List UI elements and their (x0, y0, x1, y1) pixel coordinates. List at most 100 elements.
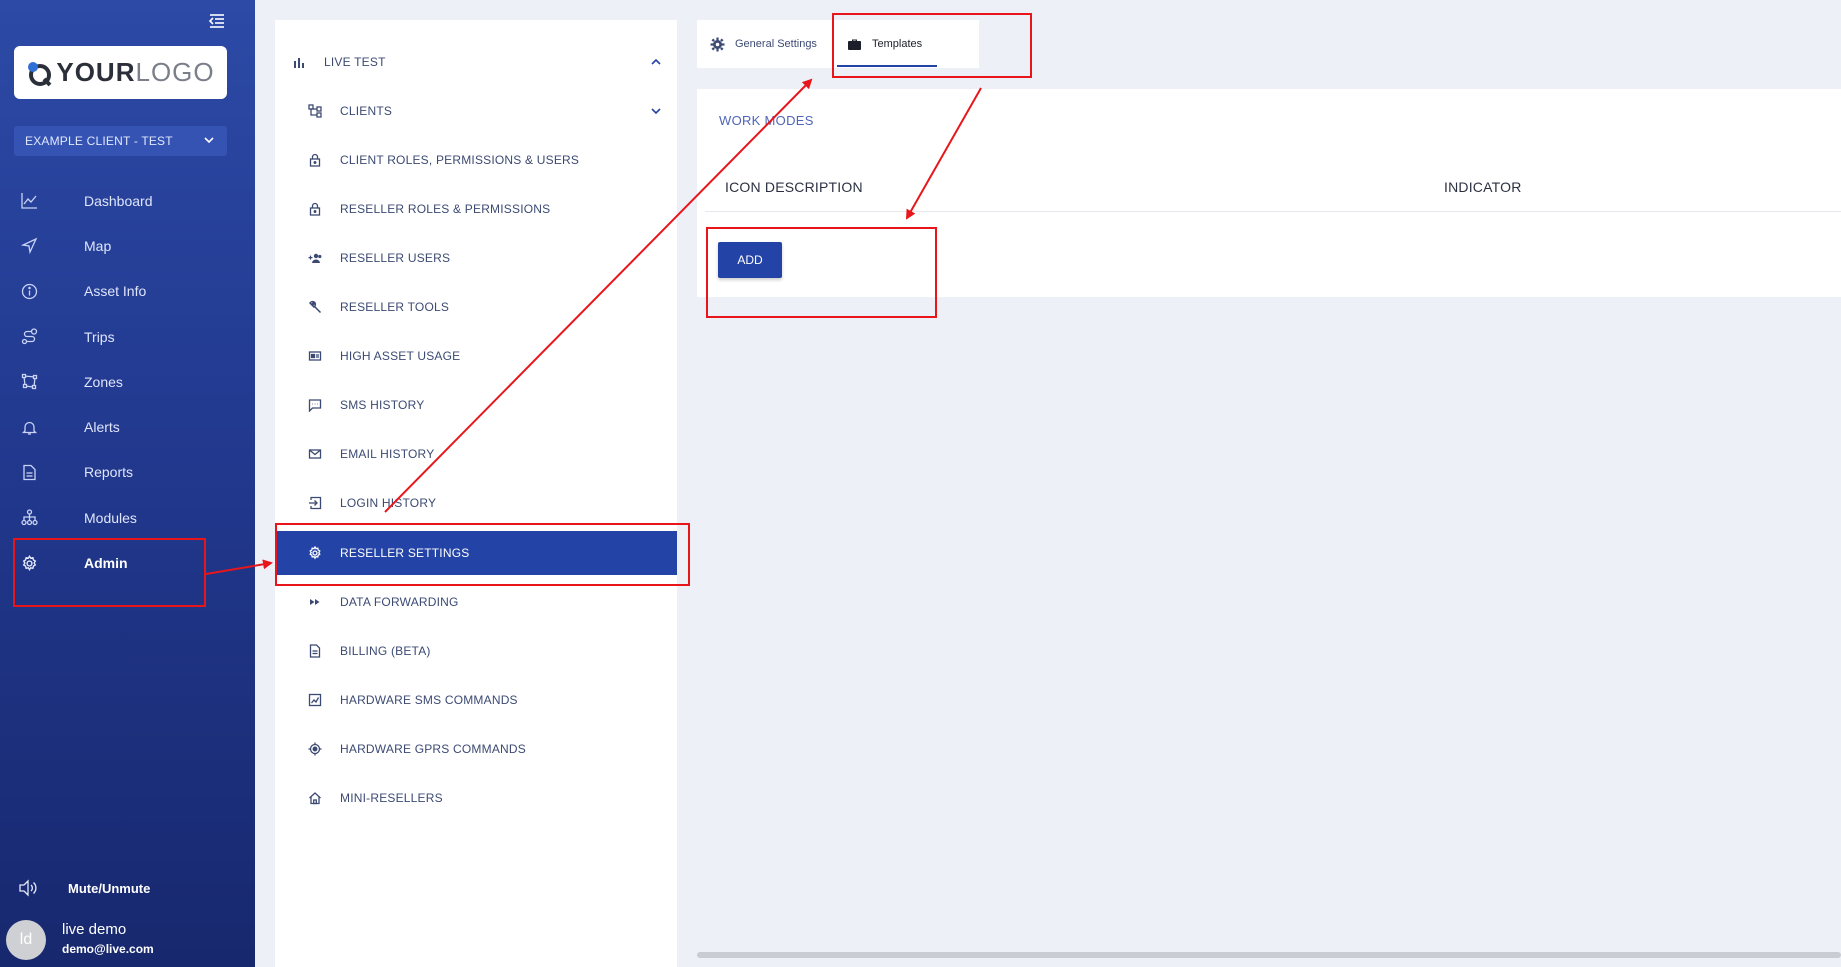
nav-label: Modules (84, 509, 137, 526)
column-header-indicator: INDICATOR (1444, 179, 1522, 195)
menu-item-email-history[interactable]: EMAIL HISTORY (275, 432, 677, 476)
nav-label: Map (84, 237, 112, 254)
settings-menu-panel: LIVE TEST CLIENTS CLIENT ROLES, PERMISSI… (275, 20, 677, 967)
menu-item-high-asset-usage[interactable]: HIGH ASSET USAGE (275, 334, 677, 378)
menu-item-billing[interactable]: BILLING (BETA) (275, 629, 677, 673)
menu-item-label: HARDWARE GPRS COMMANDS (340, 742, 526, 756)
avatar[interactable]: ld (6, 920, 46, 960)
speaker-icon (19, 879, 37, 897)
menu-item-label: CLIENT ROLES, PERMISSIONS & USERS (340, 153, 580, 167)
chevron-down-icon (651, 108, 661, 115)
nav-label: Asset Info (84, 283, 147, 300)
chart-line-icon (21, 193, 37, 209)
section-title: WORK MODES (719, 113, 814, 128)
menu-item-label: RESELLER ROLES & PERMISSIONS (340, 202, 551, 216)
menu-item-label: CLIENTS (340, 104, 393, 118)
hierarchy-icon (308, 104, 322, 118)
nav-item-reports[interactable]: Reports (0, 450, 255, 495)
bar-chart-icon (294, 58, 304, 68)
user-profile[interactable]: ld live demo demo@live.com (6, 918, 251, 962)
menu-item-label: RESELLER USERS (340, 251, 451, 265)
mute-label: Mute/Unmute (68, 880, 151, 896)
login-icon (309, 496, 322, 510)
message-icon (308, 399, 322, 412)
menu-item-label: LOGIN HISTORY (340, 496, 437, 510)
menu-item-label: RESELLER TOOLS (340, 300, 450, 314)
lock-icon (309, 153, 321, 167)
horizontal-scrollbar[interactable] (697, 952, 1841, 958)
document-icon (23, 464, 36, 481)
menu-item-mini-resellers[interactable]: MINI-RESELLERS (275, 776, 677, 820)
wrench-icon (309, 300, 322, 314)
gear-icon (710, 37, 725, 51)
menu-item-label: MINI-RESELLERS (340, 791, 443, 805)
annotation-box-reseller-settings (275, 523, 690, 586)
nav-item-zones[interactable]: Zones (0, 359, 255, 404)
menu-item-clients[interactable]: CLIENTS (275, 89, 677, 133)
nav-item-alerts[interactable]: Alerts (0, 404, 255, 449)
info-icon (21, 283, 38, 299)
chevron-up-icon (651, 58, 661, 65)
bell-icon (21, 421, 38, 435)
nav-item-dashboard[interactable]: Dashboard (0, 178, 255, 223)
company-logo[interactable]: YOUR LOGO (14, 46, 227, 99)
annotation-box-admin (13, 538, 206, 607)
menu-item-label: EMAIL HISTORY (340, 447, 435, 461)
chevron-down-icon (204, 137, 214, 144)
nav-item-modules[interactable]: Modules (0, 495, 255, 540)
card-icon (308, 351, 322, 361)
sidebar: YOUR LOGO EXAMPLE CLIENT - TEST Dashboard… (0, 0, 255, 967)
chart-box-icon (308, 693, 322, 707)
tab-label: General Settings (735, 38, 817, 50)
nav-item-map[interactable]: Map (0, 223, 255, 268)
menu-item-label: BILLING (BETA) (340, 644, 431, 658)
menu-section-live-test[interactable]: LIVE TEST (275, 40, 677, 84)
table-divider (705, 211, 1841, 212)
client-select[interactable]: EXAMPLE CLIENT - TEST (14, 126, 227, 156)
mail-icon (308, 449, 322, 459)
target-icon (308, 742, 322, 756)
logo-text-light: LOGO (135, 57, 215, 87)
nav-label: Trips (84, 328, 115, 345)
lock-icon (309, 202, 321, 216)
menu-item-reseller-users[interactable]: RESELLER USERS (275, 236, 677, 280)
menu-item-hardware-sms[interactable]: HARDWARE SMS COMMANDS (275, 678, 677, 722)
modules-icon (21, 509, 38, 526)
nav-label: Reports (84, 464, 134, 481)
collapse-sidebar-icon[interactable] (207, 12, 227, 30)
nav-label: Dashboard (84, 192, 153, 209)
menu-item-label: SMS HISTORY (340, 398, 425, 412)
annotation-box-add-button (706, 227, 937, 318)
menu-section-label: LIVE TEST (324, 55, 386, 69)
main-nav: Dashboard Map Asset Info Trips Zones Ale… (0, 178, 255, 586)
column-header-icon-description: ICON DESCRIPTION (725, 179, 863, 195)
menu-item-data-forwarding[interactable]: DATA FORWARDING (275, 580, 677, 624)
user-name: live demo (62, 921, 127, 938)
menu-item-label: HARDWARE SMS COMMANDS (340, 693, 518, 707)
fast-forward-icon (310, 599, 320, 605)
home-icon (309, 792, 321, 805)
nav-item-asset-info[interactable]: Asset Info (0, 269, 255, 314)
annotation-box-templates-tab (832, 13, 1032, 78)
navigation-icon (21, 238, 38, 255)
menu-item-reseller-roles[interactable]: RESELLER ROLES & PERMISSIONS (275, 187, 677, 231)
menu-item-reseller-tools[interactable]: RESELLER TOOLS (275, 285, 677, 329)
logo-text-strong: YOUR (56, 57, 136, 87)
users-add-icon (308, 253, 322, 263)
nav-label: Alerts (84, 419, 120, 436)
document-icon (309, 644, 321, 658)
tab-general-settings[interactable]: General Settings (710, 20, 817, 68)
zone-icon (21, 374, 38, 390)
menu-item-label: DATA FORWARDING (340, 595, 459, 609)
logo-mark-icon (28, 61, 52, 86)
menu-item-login-history[interactable]: LOGIN HISTORY (275, 481, 677, 525)
menu-item-label: HIGH ASSET USAGE (340, 349, 461, 363)
nav-item-trips[interactable]: Trips (0, 314, 255, 359)
mute-toggle[interactable]: Mute/Unmute (0, 876, 255, 900)
menu-item-sms-history[interactable]: SMS HISTORY (275, 383, 677, 427)
client-select-value: EXAMPLE CLIENT - TEST (25, 134, 173, 148)
nav-label: Zones (84, 373, 123, 390)
user-email: demo@live.com (62, 942, 154, 956)
menu-item-hardware-gprs[interactable]: HARDWARE GPRS COMMANDS (275, 727, 677, 771)
menu-item-client-roles[interactable]: CLIENT ROLES, PERMISSIONS & USERS (275, 138, 677, 182)
